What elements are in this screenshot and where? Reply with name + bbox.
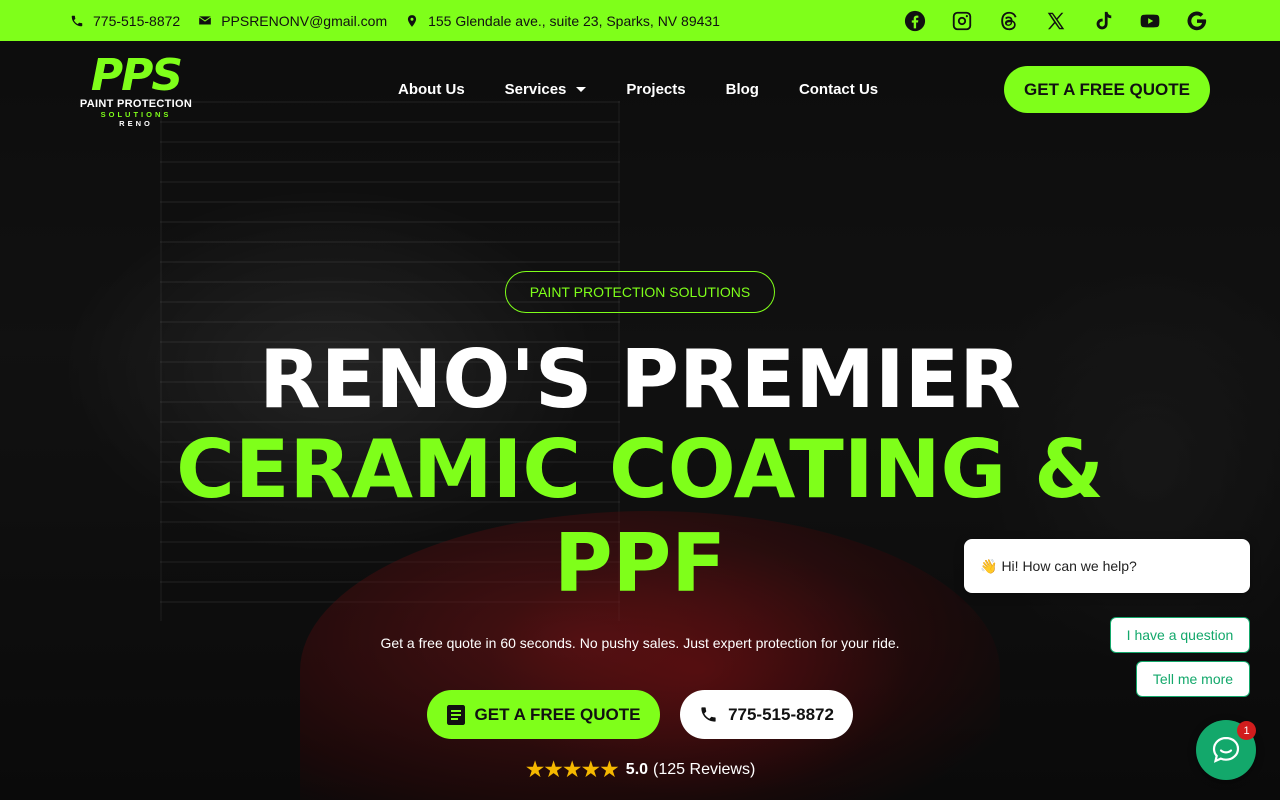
chat-greeting-bubble[interactable]: 👋 Hi! How can we help? — [964, 539, 1250, 593]
waving-hand-icon: 👋 — [980, 557, 998, 574]
hero-phone-button-label: 775-515-8872 — [728, 704, 834, 724]
rating-count: (125 Reviews) — [653, 760, 756, 778]
tiktok-icon[interactable] — [1090, 8, 1116, 34]
hero-headline-line-1: RENO'S PREMIER — [259, 333, 1021, 426]
phone-icon — [701, 707, 716, 722]
nav-blog[interactable]: Blog — [726, 81, 759, 98]
logo-line-1: PAINT PROTECTION — [79, 98, 193, 110]
star-rating-icon: ★★★★★ — [524, 756, 620, 782]
main-nav: About Us Services Projects Blog Contact … — [398, 78, 918, 100]
header-quote-button[interactable]: GET A FREE QUOTE — [1004, 66, 1210, 113]
logo-line-3: RENO — [119, 119, 153, 128]
unread-count-badge: 1 — [1237, 721, 1256, 740]
topbar-email-text: PPSRENONV@gmail.com — [221, 12, 388, 29]
chat-icon — [1212, 736, 1240, 763]
hero-subtitle: Get a free quote in 60 seconds. No pushy… — [380, 635, 900, 651]
topbar-address-text: 155 Glendale ave., suite 23, Sparks, NV … — [428, 12, 720, 29]
topbar-phone[interactable]: 775-515-8872 — [70, 13, 180, 29]
hero-headline-line-2: CERAMIC COATING & — [176, 423, 1104, 516]
topbar-email[interactable]: PPSRENONV@gmail.com — [198, 13, 387, 29]
nav-services-label: Services — [504, 80, 567, 98]
logo-line-2: SOLUTIONS — [100, 110, 172, 119]
review-rating[interactable]: ★★★★★ 5.0 (125 Reviews) — [0, 756, 1280, 783]
chat-option-question[interactable]: I have a question — [1110, 617, 1250, 653]
hero-quote-button[interactable]: GET A FREE QUOTE — [427, 690, 660, 739]
top-contact-bar: 775-515-8872 PPSRENONV@gmail.com 155 Gle… — [0, 0, 1280, 41]
google-icon[interactable] — [1184, 8, 1210, 34]
contact-info: 775-515-8872 PPSRENONV@gmail.com 155 Gle… — [70, 0, 738, 41]
nav-contact-us[interactable]: Contact Us — [799, 81, 878, 98]
topbar-address[interactable]: 155 Glendale ave., suite 23, Sparks, NV … — [405, 13, 720, 29]
youtube-icon[interactable] — [1137, 8, 1163, 34]
site-logo[interactable]: PPS PAINT PROTECTION SOLUTIONS RENO — [70, 50, 202, 129]
rating-value: 5.0 — [625, 760, 649, 778]
nav-projects[interactable]: Projects — [626, 81, 685, 98]
logo-mark: PPS — [90, 50, 183, 101]
map-pin-icon — [408, 14, 417, 27]
nav-services[interactable]: Services — [505, 81, 587, 98]
instagram-icon[interactable] — [949, 8, 975, 34]
social-links — [881, 0, 1210, 41]
topbar-phone-text: 775-515-8872 — [93, 12, 181, 29]
document-icon — [446, 704, 465, 725]
hero-quote-button-label: GET A FREE QUOTE — [474, 704, 641, 724]
nav-about-us[interactable]: About Us — [398, 81, 465, 98]
phone-icon — [71, 15, 83, 26]
threads-icon[interactable] — [996, 8, 1022, 34]
hero-phone-button[interactable]: 775-515-8872 — [680, 690, 853, 739]
facebook-icon[interactable] — [902, 8, 928, 34]
x-icon[interactable] — [1043, 8, 1069, 34]
envelope-icon — [199, 15, 212, 24]
hero-badge: PAINT PROTECTION SOLUTIONS — [505, 271, 775, 313]
chat-greeting-text: Hi! How can we help? — [1001, 558, 1137, 574]
chevron-down-icon — [576, 87, 587, 92]
chat-option-tell-more[interactable]: Tell me more — [1136, 661, 1250, 697]
